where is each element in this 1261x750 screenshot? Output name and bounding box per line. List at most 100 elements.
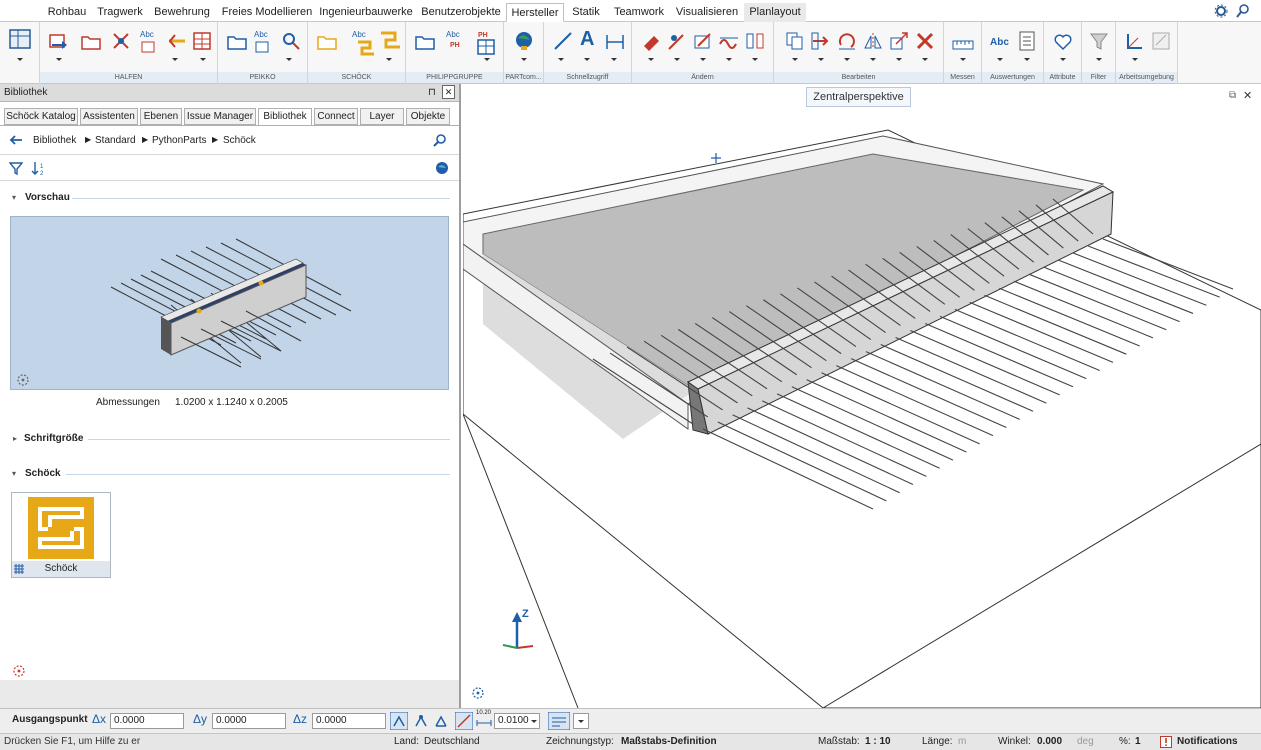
wave-icon[interactable]: [718, 30, 740, 52]
tab-hersteller[interactable]: Hersteller: [506, 3, 564, 22]
chevron-down-icon[interactable]: [521, 58, 527, 61]
snap-line-icon[interactable]: [412, 712, 430, 730]
breadcrumb-item[interactable]: PythonParts: [152, 135, 206, 146]
land-value[interactable]: Deutschland: [424, 734, 480, 750]
snap-point-icon[interactable]: [390, 712, 408, 730]
halfen-anchor-icon[interactable]: [48, 30, 70, 52]
chevron-down-icon[interactable]: [844, 58, 850, 61]
section-preview[interactable]: Vorschau: [25, 192, 70, 203]
expand-icon[interactable]: ▾: [12, 193, 16, 202]
modify-icon[interactable]: [666, 30, 688, 52]
peikko-search-icon[interactable]: [280, 30, 302, 52]
snap-intersection-icon[interactable]: [432, 712, 450, 730]
split-icon[interactable]: [744, 30, 766, 52]
close-icon[interactable]: ✕: [1243, 89, 1252, 102]
3d-viewport[interactable]: Z Zentralperspektive ⧉ ✕: [463, 84, 1261, 708]
halfen-connector-icon[interactable]: [110, 30, 132, 52]
rotate-icon[interactable]: [836, 30, 858, 52]
scale-value[interactable]: 1 : 10: [865, 734, 891, 750]
tab-planlayout[interactable]: Planlayout: [744, 3, 806, 22]
chevron-down-icon[interactable]: [558, 58, 564, 61]
tab-ingenieurbauwerke[interactable]: Ingenieurbauwerke: [318, 3, 414, 22]
delete-icon[interactable]: [914, 30, 936, 52]
chevron-down-icon[interactable]: [818, 58, 824, 61]
angle-value[interactable]: 0.000: [1037, 734, 1062, 750]
chevron-down-icon[interactable]: [484, 58, 490, 61]
layout-icon[interactable]: [1150, 30, 1172, 52]
chevron-down-icon[interactable]: [578, 720, 584, 723]
rotate-view-icon[interactable]: [12, 664, 26, 678]
tab-connect[interactable]: Connect: [314, 108, 358, 125]
tab-issue-manager[interactable]: Issue Manager: [184, 108, 256, 125]
search-icon[interactable]: [433, 133, 447, 147]
dy-input[interactable]: 0.0000: [212, 713, 286, 729]
notifications-button[interactable]: Notifications: [1177, 734, 1238, 750]
globe-icon[interactable]: [434, 160, 450, 176]
grid-step-icon[interactable]: [476, 718, 492, 728]
chevron-down-icon[interactable]: [997, 58, 1003, 61]
breadcrumb-item[interactable]: Bibliothek: [33, 135, 76, 146]
halfen-table-icon[interactable]: [192, 30, 214, 52]
label-text-icon[interactable]: Abc: [990, 37, 1009, 48]
chevron-down-icon[interactable]: [648, 58, 654, 61]
filter-funnel-icon[interactable]: [1088, 30, 1110, 52]
tab-layer[interactable]: Layer: [360, 108, 404, 125]
chevron-down-icon[interactable]: [960, 58, 966, 61]
rotate-view-icon[interactable]: [16, 373, 30, 387]
chevron-down-icon[interactable]: [896, 58, 902, 61]
library-item-schoeck[interactable]: Schöck: [11, 492, 111, 578]
chevron-down-icon[interactable]: [1096, 58, 1102, 61]
chevron-down-icon[interactable]: [584, 58, 590, 61]
chevron-down-icon[interactable]: [531, 720, 537, 723]
tab-tragwerk[interactable]: Tragwerk: [94, 3, 146, 22]
chevron-down-icon[interactable]: [752, 58, 758, 61]
scale-icon[interactable]: [888, 30, 910, 52]
tab-freies-modellieren[interactable]: Freies Modellieren: [220, 3, 314, 22]
percent-value[interactable]: 1: [1135, 734, 1141, 750]
close-icon[interactable]: ✕: [442, 85, 455, 99]
attribute-heart-icon[interactable]: [1052, 30, 1074, 52]
chevron-down-icon[interactable]: [870, 58, 876, 61]
tab-benutzerobjekte[interactable]: Benutzerobjekte: [418, 3, 504, 22]
workspace-cube-icon[interactable]: [8, 26, 34, 52]
collapse-icon[interactable]: ▸: [13, 434, 17, 443]
eraser-icon[interactable]: [640, 30, 662, 52]
chevron-down-icon[interactable]: [674, 58, 680, 61]
stretch-icon[interactable]: [692, 30, 714, 52]
length-unit[interactable]: m: [958, 734, 966, 750]
philipp-text-abc[interactable]: Abc: [446, 30, 460, 39]
tab-bewehrung[interactable]: Bewehrung: [150, 3, 214, 22]
app-menu-button[interactable]: [4, 2, 36, 22]
peikko-text-abc[interactable]: Abc: [254, 30, 268, 39]
coordinate-system-icon[interactable]: [1124, 30, 1146, 52]
chevron-down-icon[interactable]: [1024, 58, 1030, 61]
tab-visualisieren[interactable]: Visualisieren: [672, 3, 742, 22]
line-icon[interactable]: [552, 30, 574, 52]
tab-teamwork[interactable]: Teamwork: [610, 3, 668, 22]
schoeck-folder-icon[interactable]: [316, 30, 338, 52]
dimension-line-icon[interactable]: [604, 30, 626, 52]
dx-input[interactable]: 0.0000: [110, 713, 184, 729]
chevron-down-icon[interactable]: [1060, 58, 1066, 61]
settings-gear-icon[interactable]: [1214, 4, 1228, 18]
chevron-down-icon[interactable]: [386, 58, 392, 61]
partcom-globe-icon[interactable]: [512, 28, 536, 52]
tab-rohbau[interactable]: Rohbau: [42, 3, 92, 22]
chevron-down-icon[interactable]: [286, 58, 292, 61]
chevron-down-icon[interactable]: [792, 58, 798, 61]
copy-icon[interactable]: [784, 30, 806, 52]
search-icon[interactable]: [1236, 4, 1250, 18]
restore-window-icon[interactable]: ⧉: [1229, 90, 1236, 101]
chevron-down-icon[interactable]: [172, 58, 178, 61]
chevron-down-icon[interactable]: [200, 58, 206, 61]
chevron-down-icon[interactable]: [17, 58, 23, 61]
expand-icon[interactable]: ▾: [12, 469, 16, 478]
halfen-folder-icon[interactable]: [80, 30, 102, 52]
breadcrumb-item[interactable]: Standard: [95, 135, 136, 146]
tab-objekte[interactable]: Objekte: [406, 108, 450, 125]
section-schoeck[interactable]: Schöck: [25, 468, 61, 479]
report-icon[interactable]: [1016, 30, 1038, 52]
halfen-text-abc[interactable]: Abc: [140, 30, 154, 39]
back-arrow-icon[interactable]: [8, 134, 24, 146]
mirror-icon[interactable]: [862, 30, 884, 52]
